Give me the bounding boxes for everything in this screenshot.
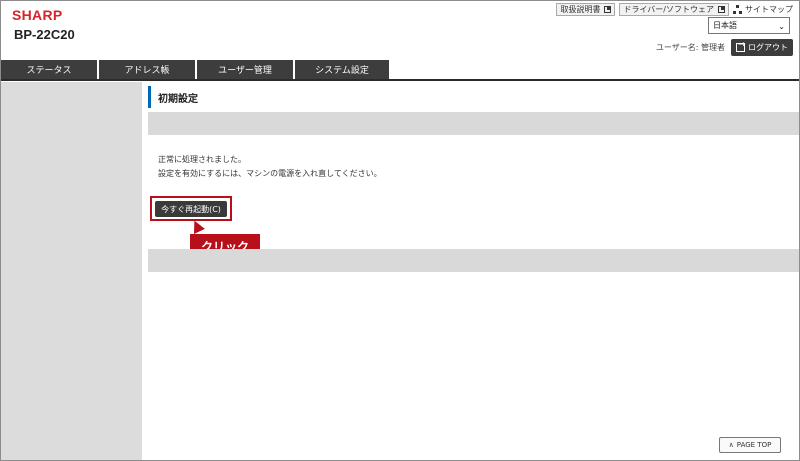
chevron-down-icon: ⌄ bbox=[778, 22, 785, 31]
logout-label: ログアウト bbox=[748, 43, 788, 52]
header-band bbox=[148, 112, 799, 135]
sitemap-label: サイトマップ bbox=[745, 5, 793, 14]
manual-link-label: 取扱説明書 bbox=[560, 5, 601, 14]
tab-status[interactable]: ステータス bbox=[1, 60, 98, 79]
restart-instruction: 設定を有効にするには、マシンの電源を入れ直してください。 bbox=[158, 169, 382, 178]
top-links: 取扱説明書 ドライバー/ソフトウェア サイトマップ bbox=[556, 3, 793, 16]
language-value: 日本語 bbox=[713, 21, 737, 30]
page-title: 初期設定 bbox=[148, 86, 799, 108]
tab-user-management[interactable]: ユーザー管理 bbox=[197, 60, 294, 79]
page-top-button[interactable]: ∧ PAGE TOP bbox=[719, 437, 781, 453]
user-area: ユーザー名: 管理者 ログアウト bbox=[656, 39, 793, 56]
driver-link-label: ドライバー/ソフトウェア bbox=[623, 5, 714, 14]
brand-logo: SHARP bbox=[12, 7, 63, 23]
manual-link[interactable]: 取扱説明書 bbox=[556, 3, 616, 16]
tab-address-book[interactable]: アドレス帳 bbox=[99, 60, 196, 79]
sidebar bbox=[1, 82, 142, 460]
model-name: BP-22C20 bbox=[14, 27, 75, 42]
sitemap-icon bbox=[733, 5, 742, 14]
restart-now-button[interactable]: 今すぐ再起動(C) bbox=[155, 201, 227, 217]
external-icon bbox=[718, 6, 725, 13]
driver-software-link[interactable]: ドライバー/ソフトウェア bbox=[619, 3, 729, 16]
username-label: ユーザー名: 管理者 bbox=[655, 43, 725, 52]
tab-system-settings[interactable]: システム設定 bbox=[295, 60, 390, 79]
footer-band bbox=[148, 249, 799, 272]
sitemap-link[interactable]: サイトマップ bbox=[733, 4, 793, 15]
page-frame: SHARP BP-22C20 取扱説明書 ドライバー/ソフトウェア サイトマップ… bbox=[0, 0, 800, 461]
language-select[interactable]: 日本語 ⌄ bbox=[708, 17, 790, 34]
logout-icon bbox=[736, 40, 746, 52]
page-top-label: PAGE TOP bbox=[736, 441, 772, 449]
external-icon bbox=[604, 6, 612, 13]
success-message: 正常に処理されました。 bbox=[158, 155, 246, 164]
chevron-up-icon: ∧ bbox=[728, 441, 734, 449]
logout-button[interactable]: ログアウト bbox=[731, 39, 793, 56]
main-nav: ステータス アドレス帳 ユーザー管理 システム設定 bbox=[1, 60, 799, 81]
